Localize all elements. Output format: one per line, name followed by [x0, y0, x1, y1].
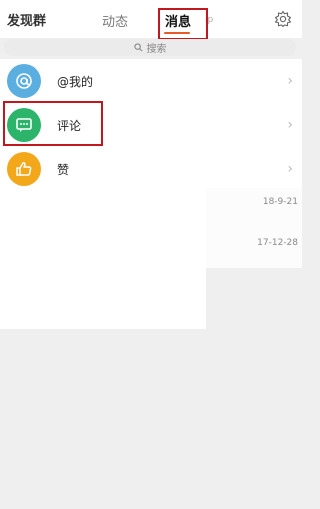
list-item-label: 赞 [57, 163, 70, 177]
list-item-likes[interactable]: 赞 › [0, 147, 302, 191]
chevron-right-icon: › [287, 73, 293, 89]
at-icon [7, 64, 41, 98]
list-item-comments[interactable]: 评论 › [0, 103, 302, 147]
top-bar: 发现群 动态 消息 ip [0, 0, 302, 38]
search-placeholder: 搜索 [146, 44, 167, 55]
tab-extra-label: ip [205, 15, 214, 25]
thumbs-up-icon [7, 152, 41, 186]
app-title: 发现群 [7, 14, 47, 29]
timestamp: 18-9-21 [262, 197, 298, 207]
list-item-mentions[interactable]: @我的 › [0, 59, 302, 103]
timestamp: 17-12-28 [257, 238, 298, 248]
chevron-right-icon: › [287, 117, 293, 133]
comment-icon [7, 108, 41, 142]
list-item-label: 评论 [57, 119, 82, 133]
message-category-list: @我的 › 评论 › 赞 › [0, 59, 302, 191]
search-icon [133, 43, 142, 52]
tab-messages[interactable]: 消息 [165, 11, 191, 30]
chevron-right-icon: › [287, 161, 293, 177]
list-item[interactable] [206, 228, 302, 268]
list-item[interactable] [206, 188, 302, 228]
content-area [0, 191, 206, 329]
search-input[interactable]: 搜索 [4, 39, 296, 56]
gear-icon[interactable] [274, 10, 292, 28]
list-item-label: @我的 [57, 75, 94, 89]
tab-dynamic[interactable]: 动态 [102, 11, 128, 30]
active-tab-indicator [164, 32, 190, 34]
